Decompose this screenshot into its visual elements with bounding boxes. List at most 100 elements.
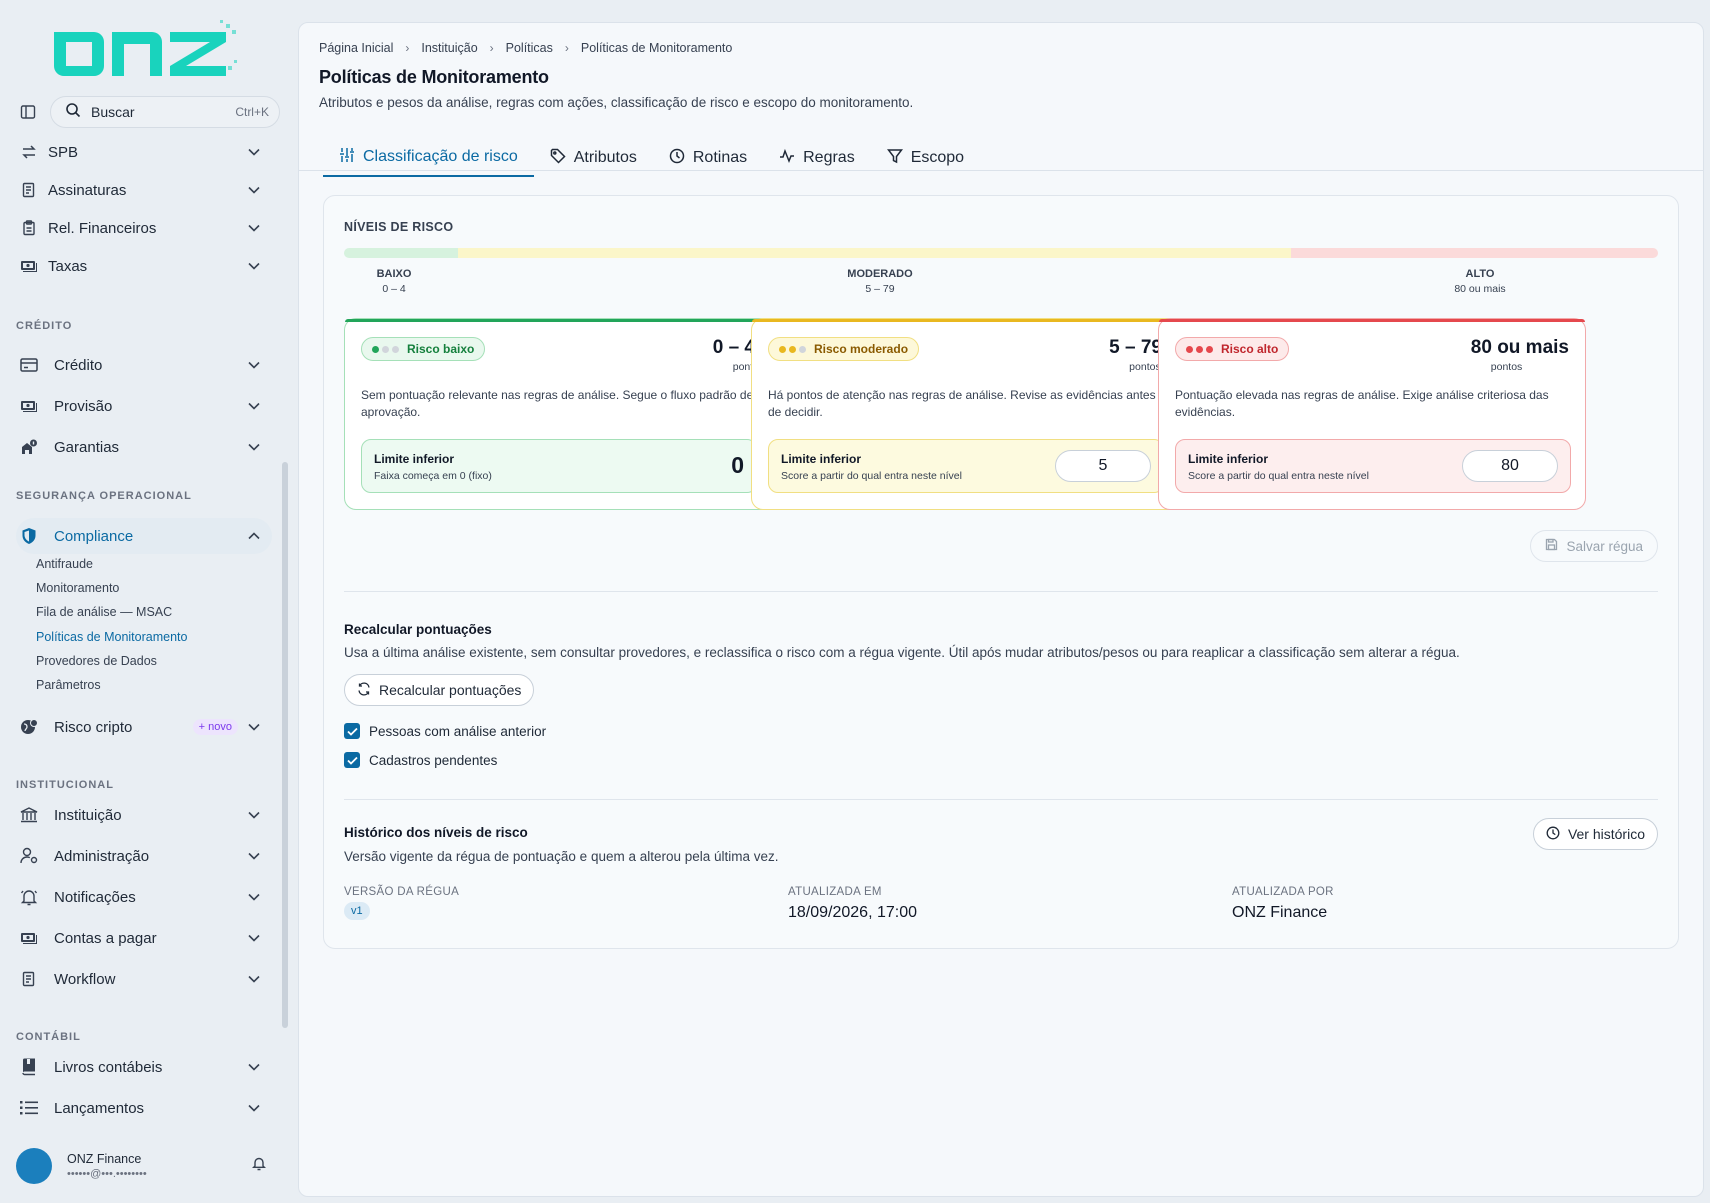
sidebar-scrollbar[interactable] xyxy=(282,462,288,1028)
range-unit: pontos xyxy=(1490,361,1523,373)
nav-item-instituicao[interactable]: Instituição xyxy=(16,797,272,833)
range-value: 0 – 4 xyxy=(712,337,755,358)
activity-icon xyxy=(779,148,795,169)
scale-range: 5 – 79 xyxy=(865,283,895,295)
sub-item-antifraude[interactable]: Antifraude xyxy=(36,557,93,571)
nav-item-compliance[interactable]: Compliance xyxy=(16,518,272,554)
risk-pill-high: Risco alto xyxy=(1175,337,1290,361)
breadcrumb-item[interactable]: Instituição xyxy=(421,41,477,55)
sidebar-toggle-icon[interactable] xyxy=(16,100,40,124)
list-icon xyxy=(18,1097,40,1119)
pill-label: Risco moderado xyxy=(814,342,909,356)
chevron-down-icon xyxy=(244,852,264,860)
nav-item-spb[interactable]: SPB xyxy=(16,134,272,170)
nav-label: Provisão xyxy=(54,397,113,415)
nav-item-assinaturas[interactable]: Assinaturas xyxy=(16,172,272,208)
breadcrumb-item[interactable]: Políticas xyxy=(506,41,553,55)
checkbox-checked-icon[interactable] xyxy=(344,752,360,768)
scale-name: BAIXO xyxy=(376,268,412,280)
avatar xyxy=(16,1148,52,1184)
bell-icon[interactable] xyxy=(252,1156,266,1176)
risk-description: Há pontos de atenção nas regras de análi… xyxy=(768,388,1156,419)
user-profile[interactable]: ONZ Finance ••••••@•••.•••••••• xyxy=(16,1146,280,1186)
pill-label: Risco baixo xyxy=(407,342,475,356)
view-history-button[interactable]: Ver histórico xyxy=(1532,818,1658,850)
risk-pill-moderate: Risco moderado xyxy=(768,337,920,361)
save-rule-button[interactable]: Salvar régua xyxy=(1530,530,1658,562)
money-icon xyxy=(18,255,40,277)
nav-item-administracao[interactable]: Administração xyxy=(16,838,272,874)
nav-item-lancamentos[interactable]: Lançamentos xyxy=(16,1090,272,1126)
section-seguranca: SEGURANÇA OPERACIONAL xyxy=(16,490,192,502)
tabs: Classificação de risco Atributos Rotinas… xyxy=(323,139,980,179)
sub-item-provedores[interactable]: Provedores de Dados xyxy=(36,654,157,668)
scale-range: 0 – 4 xyxy=(382,283,406,295)
limit-input-moderate[interactable]: 5 xyxy=(1055,450,1151,482)
bell-alert-icon xyxy=(18,886,40,908)
tab-classificacao-risco[interactable]: Classificação de risco xyxy=(323,139,534,177)
tab-regras[interactable]: Regras xyxy=(763,139,871,177)
chevron-down-icon xyxy=(244,224,264,232)
breadcrumb-item[interactable]: Página Inicial xyxy=(319,41,393,55)
breadcrumb: Página Inicial › Instituição › Políticas… xyxy=(319,41,732,55)
recalc-button-label: Recalcular pontuações xyxy=(379,682,522,698)
scale-segment-high xyxy=(1291,248,1658,258)
sub-item-politicas[interactable]: Políticas de Monitoramento xyxy=(36,630,187,644)
range-value: 80 ou mais xyxy=(1470,337,1569,358)
scale-segment-low xyxy=(344,248,458,258)
nav-item-credito[interactable]: Crédito xyxy=(16,347,272,383)
scale-label-low: BAIXO 0 – 4 xyxy=(364,268,424,295)
sub-item-parametros[interactable]: Parâmetros xyxy=(36,678,101,692)
search-row: Buscar Ctrl+K xyxy=(16,96,280,128)
nav-item-garantias[interactable]: Garantias xyxy=(16,429,272,465)
tab-label: Regras xyxy=(803,149,855,166)
nav-item-taxas[interactable]: Taxas xyxy=(16,248,272,284)
scale-range: 80 ou mais xyxy=(1454,283,1506,295)
view-history-label: Ver histórico xyxy=(1567,826,1645,842)
recalc-button[interactable]: Recalcular pontuações xyxy=(344,674,535,706)
tab-escopo[interactable]: Escopo xyxy=(871,139,980,177)
tab-rotinas[interactable]: Rotinas xyxy=(653,139,763,177)
search-input[interactable]: Buscar Ctrl+K xyxy=(50,96,280,128)
nav-item-workflow[interactable]: Workflow xyxy=(16,961,272,997)
checkbox-cadastros[interactable]: Cadastros pendentes xyxy=(344,752,497,768)
chevron-down-icon xyxy=(244,148,264,156)
sub-item-monitoramento[interactable]: Monitoramento xyxy=(36,581,119,595)
checkbox-pessoas[interactable]: Pessoas com análise anterior xyxy=(344,723,546,739)
card-accent xyxy=(345,319,771,322)
nav-list: SPB Assinaturas Rel. Financeiros Taxas C… xyxy=(0,134,292,1124)
limit-subtitle: Score a partir do qual entra neste nível xyxy=(781,470,962,482)
nav-label: Instituição xyxy=(54,806,122,824)
nav-item-provisao[interactable]: Provisão xyxy=(16,388,272,424)
tab-atributos[interactable]: Atributos xyxy=(534,139,653,177)
chevron-down-icon xyxy=(244,361,264,369)
limit-input-high[interactable]: 80 xyxy=(1462,450,1558,482)
sub-item-fila-analise[interactable]: Fila de análise — MSAC xyxy=(36,605,172,619)
risk-range: 5 – 79 pontos xyxy=(1109,337,1162,373)
nav-item-notificacoes[interactable]: Notificações xyxy=(16,879,272,915)
limit-subtitle: Score a partir do qual entra neste nível xyxy=(1188,470,1369,482)
risk-card-low: Risco baixo 0 – 4 pontos Sem pontuação r… xyxy=(344,318,772,510)
nav-item-rel-financeiros[interactable]: Rel. Financeiros xyxy=(16,210,272,246)
card-accent xyxy=(1159,319,1585,322)
limit-box: Limite inferior Score a partir do qual e… xyxy=(768,439,1164,493)
nav-item-contas-pagar[interactable]: Contas a pagar xyxy=(16,920,272,956)
scale-segment-moderate xyxy=(458,248,1291,258)
meta-label: VERSÃO DA RÉGUA xyxy=(344,886,460,898)
bank-icon xyxy=(18,804,40,826)
meta-updated-at: ATUALIZADA EM 18/09/2026, 17:00 xyxy=(788,886,917,922)
dots-icon xyxy=(1186,345,1213,353)
meta-value: ONZ Finance xyxy=(1232,904,1328,921)
nav-item-livros-contabeis[interactable]: Livros contábeis xyxy=(16,1049,272,1085)
scale-label-moderate: MODERADO 5 – 79 xyxy=(830,268,930,295)
scale-name: MODERADO xyxy=(847,268,913,280)
checkbox-checked-icon[interactable] xyxy=(344,723,360,739)
money-icon xyxy=(18,927,40,949)
new-badge: + novo xyxy=(192,719,238,735)
crypto-globe-icon xyxy=(18,716,40,738)
chevron-down-icon xyxy=(244,1104,264,1112)
nav-item-risco-cripto[interactable]: Risco cripto + novo xyxy=(16,709,272,745)
onz-logo[interactable] xyxy=(54,20,238,78)
page-subtitle: Atributos e pesos da análise, regras com… xyxy=(319,95,914,110)
history-title: Histórico dos níveis de risco xyxy=(344,825,528,840)
